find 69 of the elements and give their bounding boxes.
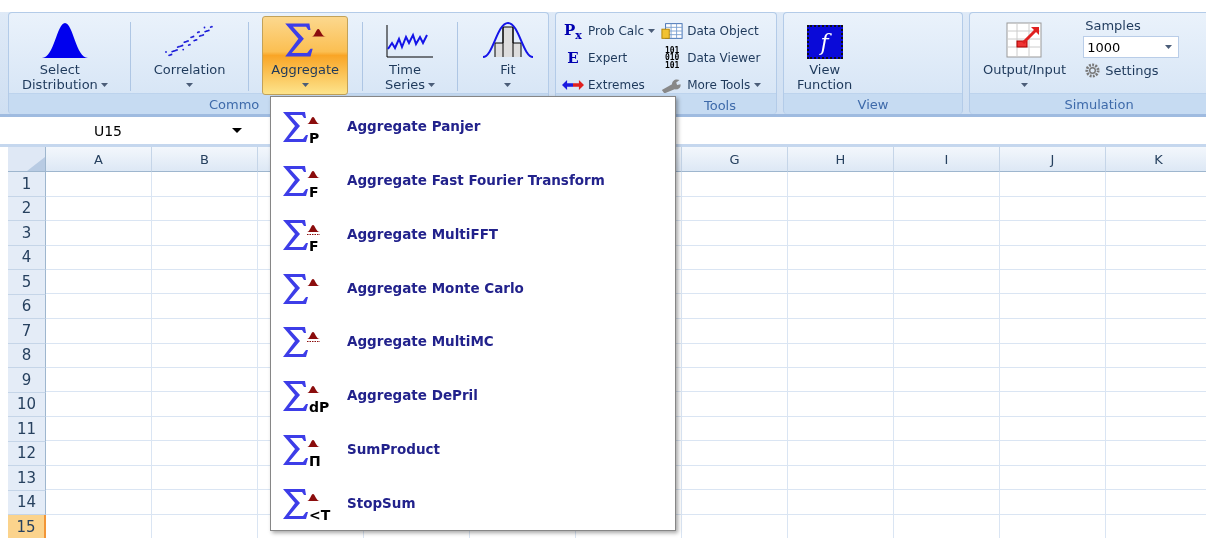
row-header[interactable]: 14 [8,490,46,515]
ribbon-button[interactable]: Output/Input [974,16,1076,94]
subscript-label: P [309,129,320,146]
menu-item[interactable]: <T StopSum [271,476,675,530]
name-box[interactable]: U15 [8,118,248,143]
ribbon-button[interactable]: Select Distribution [13,16,117,95]
subscript-label: F [309,237,319,254]
row-header[interactable]: 9 [8,368,46,393]
ribbon-button[interactable]: Correlation [144,16,235,95]
group-label: Tools [703,98,736,113]
subscript-label: dP [309,399,330,416]
column-header[interactable]: J [1000,147,1106,172]
select-all-corner[interactable] [8,147,46,172]
double-arrow-icon [562,79,584,91]
settings-button[interactable]: Settings [1083,61,1180,80]
subscript-label: F [309,183,319,200]
letter-icon: P$_{x}$ [562,20,584,42]
triangle-icon [27,157,45,171]
row-header[interactable]: 15 [8,515,46,538]
letter-icon: E [562,49,584,67]
column-header[interactable]: G [682,147,788,172]
tool-button[interactable]: More Tools [659,73,764,97]
menu-item[interactable]: dP Aggregate DePril [271,368,675,423]
tool-button[interactable]: P$_{x}$ Prob Calc [560,19,658,43]
row-header[interactable]: 13 [8,466,46,491]
row-header[interactable]: 8 [8,343,46,368]
menu-item[interactable]: F Aggregate Fast Fourier Transform [271,152,675,207]
row-header[interactable]: 2 [8,196,46,221]
row-header[interactable]: 6 [8,294,46,319]
row-header[interactable]: 10 [8,392,46,417]
subscript-label: <T [309,507,331,524]
column-header[interactable]: H [788,147,894,172]
caret-icon [1165,45,1173,49]
ribbon-button[interactable]: Time Series [376,16,445,95]
subscript-label: Π [309,453,321,470]
menu-item[interactable]: P Aggregate Panjer [271,99,675,153]
row-header[interactable]: 12 [8,441,46,466]
column-header[interactable]: A [46,147,152,172]
ribbon-button[interactable]: f View Function [788,16,862,95]
menu-item[interactable]: Aggregate Monte Carlo [271,260,675,315]
row-header[interactable]: 7 [8,319,46,344]
tool-button[interactable]: Data Object [659,19,764,43]
row-header[interactable]: 3 [8,221,46,246]
line-chart-icon [385,23,436,59]
menu-item[interactable]: Π SumProduct [271,422,675,477]
ribbon-button[interactable]: Aggregate [262,16,349,95]
function-icon: f [806,25,843,59]
row-header[interactable]: 1 [8,172,46,197]
settings-icon [1085,63,1101,78]
tool-button[interactable]: Extremes [560,73,658,97]
column-header[interactable]: B [152,147,258,172]
row-header[interactable]: 4 [8,245,46,270]
row-header[interactable]: 11 [8,417,46,442]
tool-button[interactable]: E Expert [560,46,658,70]
samples-label: Samples [1084,18,1142,33]
group-label: Simulation [1064,96,1134,112]
column-header[interactable]: K [1106,147,1206,172]
group-label: Commo [209,97,260,112]
menu-item[interactable]: Aggregate MultiMC [271,314,675,369]
table-icon [661,22,684,40]
column-header[interactable]: I [894,147,1000,172]
histogram-fit-icon [480,21,535,59]
ribbon-button[interactable]: Fit [471,16,544,95]
group-label: View [857,97,889,112]
menu-item[interactable]: F Aggregate MultiFFT [271,206,675,261]
row-header[interactable]: 5 [8,270,46,295]
caret-icon [232,128,242,133]
samples-dropdown[interactable]: 1000 [1083,36,1180,58]
binary-digits-icon: 101 010 101 [661,46,684,70]
